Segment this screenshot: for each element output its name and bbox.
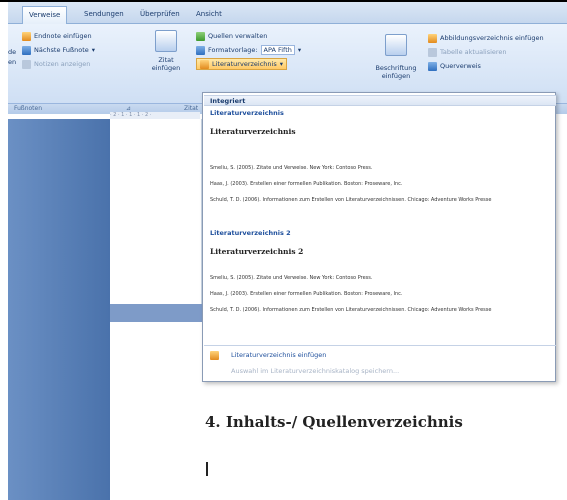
insert-bibliography-menu-item[interactable]: Literaturverzeichnis einfügen xyxy=(204,348,556,362)
page-gap xyxy=(110,304,205,322)
gallery-header-builtin: Integriert xyxy=(204,95,556,106)
next-footnote-icon xyxy=(22,45,31,55)
show-notes-label: Notizen anzeigen xyxy=(34,60,91,68)
chevron-down-icon: ▾ xyxy=(91,46,96,54)
insert-bibliography-label: Literaturverzeichnis einfügen xyxy=(231,351,327,359)
gallery-option-bibliography-2[interactable]: Literaturverzeichnis 2 Smeliu, S. (2005)… xyxy=(207,239,553,347)
next-footnote-label: Nächste Fußnote xyxy=(34,46,89,54)
document-background-left xyxy=(8,119,110,500)
next-footnote-button[interactable]: Nächste Fußnote ▾ xyxy=(22,44,95,56)
insert-endnote-label: Endnote einfügen xyxy=(34,32,92,40)
update-table-icon xyxy=(428,47,437,57)
save-selection-label: Auswahl im Literaturverzeichniskatalog s… xyxy=(231,367,400,375)
insert-caption-icon[interactable] xyxy=(385,34,407,56)
preview-entry-2-3: Schuld, T. D. (2006). Informationen zum … xyxy=(210,307,492,313)
insert-endnote-button[interactable]: Endnote einfügen xyxy=(22,30,92,42)
gallery-option-bibliography-1[interactable]: Literaturverzeichnis Smeliu, S. (2005). … xyxy=(207,119,553,227)
cross-reference-button[interactable]: Querverweis xyxy=(428,60,481,72)
gallery-separator xyxy=(204,345,556,346)
endnote-icon xyxy=(22,31,31,41)
bibliography-gallery: Integriert Literaturverzeichnis Literatu… xyxy=(202,92,556,382)
manage-sources-icon xyxy=(196,31,205,41)
preview-entry-1-2: Haas, J. (2003). Erstellen einer formell… xyxy=(210,181,403,187)
chevron-down-icon: ▾ xyxy=(279,60,283,68)
insert-citation-label-1: Zitat xyxy=(158,56,174,64)
insert-table-of-figures-label: Abbildungsverzeichnis einfügen xyxy=(440,34,544,42)
ribbon-tab-bar: Verweise Sendungen Überprüfen Ansicht xyxy=(8,2,567,24)
insert-bibliography-icon xyxy=(210,350,219,360)
insert-citation-label-2: einfügen xyxy=(151,64,181,72)
preview-entry-2-2: Haas, J. (2003). Erstellen einer formell… xyxy=(210,291,403,297)
document-right-edge xyxy=(556,119,567,500)
preview-entry-1-3: Schuld, T. D. (2006). Informationen zum … xyxy=(210,197,492,203)
manage-sources-label: Quellen verwalten xyxy=(208,32,268,40)
tab-ueberpruefen[interactable]: Überprüfen xyxy=(134,6,186,24)
insert-citation-button[interactable]: Zitat einfügen xyxy=(144,56,188,72)
preview-entry-2-1: Smeliu, S. (2005). Zitate und Verweise. … xyxy=(210,275,373,281)
update-table-label: Tabelle aktualisieren xyxy=(440,48,507,56)
bibliography-label: Literaturverzeichnis xyxy=(212,60,277,68)
insert-caption-label-2: einfügen xyxy=(381,72,411,80)
ribbon-edge-label-2: en xyxy=(8,58,17,66)
document-page-1[interactable] xyxy=(110,119,202,304)
citation-style-value: APA Fifth xyxy=(260,45,295,55)
table-of-figures-icon xyxy=(428,33,437,43)
bibliography-button[interactable]: Literaturverzeichnis ▾ xyxy=(196,58,287,70)
gallery-option-title-2: Literaturverzeichnis 2 xyxy=(210,229,291,237)
dialog-launcher-icon[interactable]: ⊿ xyxy=(126,105,131,112)
save-selection-menu-item[interactable]: Auswahl im Literaturverzeichniskatalog s… xyxy=(204,364,556,378)
insert-caption-button[interactable]: Beschriftung einfügen xyxy=(368,64,424,80)
save-selection-icon xyxy=(210,367,219,376)
group-label-footnotes: Fußnoten xyxy=(14,105,43,112)
chevron-down-icon: ▾ xyxy=(297,46,302,54)
document-heading: 4. Inhalts-/ Quellenverzeichnis xyxy=(205,413,463,431)
preview-title-1: Literaturverzeichnis xyxy=(210,127,296,136)
manage-sources-button[interactable]: Quellen verwalten xyxy=(196,30,267,42)
insert-caption-label-1: Beschriftung xyxy=(375,64,417,72)
text-caret xyxy=(206,462,208,476)
cross-reference-icon xyxy=(428,61,437,71)
preview-entry-1-1: Smeliu, S. (2005). Zitate und Verweise. … xyxy=(210,165,373,171)
show-notes-icon xyxy=(22,59,31,69)
tab-ansicht[interactable]: Ansicht xyxy=(190,6,228,24)
cross-reference-label: Querverweis xyxy=(440,62,481,70)
tab-verweise[interactable]: Verweise xyxy=(22,6,68,24)
preview-title-2: Literaturverzeichnis 2 xyxy=(210,247,304,256)
bibliography-icon xyxy=(200,59,209,69)
ruler: · 2 · 1 · 1 · 1 · 2 · xyxy=(110,112,200,119)
style-icon xyxy=(196,45,205,55)
gallery-option-title-1: Literaturverzeichnis xyxy=(210,109,284,117)
insert-citation-icon[interactable] xyxy=(155,30,177,52)
citation-style-dropdown[interactable]: Formatvorlage: APA Fifth ▾ xyxy=(196,44,301,56)
citation-style-label: Formatvorlage: xyxy=(208,46,258,54)
tab-sendungen[interactable]: Sendungen xyxy=(78,6,130,24)
word-window: Verweise Sendungen Überprüfen Ansicht de… xyxy=(0,0,567,500)
update-table-button[interactable]: Tabelle aktualisieren xyxy=(428,46,507,58)
group-label-citations: Zitat xyxy=(184,105,199,112)
insert-table-of-figures-button[interactable]: Abbildungsverzeichnis einfügen xyxy=(428,32,544,44)
show-notes-button[interactable]: Notizen anzeigen xyxy=(22,58,90,70)
